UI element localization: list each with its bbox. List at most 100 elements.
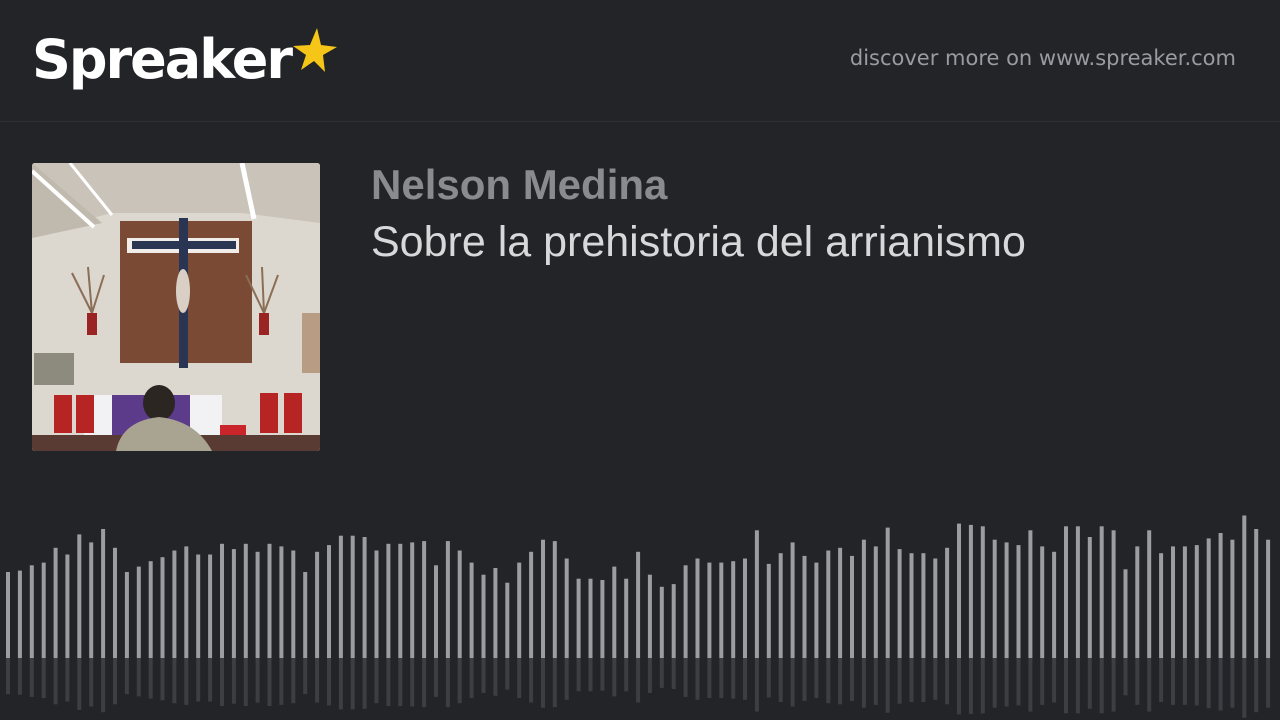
waveform-bar <box>1159 553 1164 658</box>
waveform-bar-reflection <box>683 658 688 697</box>
waveform-bar-reflection <box>873 658 878 705</box>
waveform-bar-reflection <box>754 658 759 712</box>
waveform-bar <box>909 553 914 658</box>
waveform-bar <box>338 535 343 658</box>
waveform-bar-reflection <box>1016 658 1021 706</box>
waveform-bar <box>327 545 331 658</box>
waveform-bar <box>636 551 641 658</box>
waveform-bar-reflection <box>338 658 343 710</box>
waveform-bar-reflection <box>136 658 141 697</box>
podcast-cover-image <box>32 163 320 451</box>
waveform-bar <box>695 558 700 658</box>
waveform-bar-reflection <box>1147 658 1152 712</box>
waveform-bar-reflection <box>267 658 272 706</box>
waveform-bar <box>1218 533 1223 658</box>
waveform-bar-reflection <box>101 658 106 713</box>
waveform-bar <box>564 558 569 658</box>
waveform-bar <box>517 562 522 658</box>
waveform-bar <box>933 558 938 658</box>
waveform-bar <box>172 550 177 658</box>
waveform-bar-reflection <box>909 658 914 702</box>
waveform-bar <box>493 568 498 658</box>
waveform-bar-reflection <box>374 658 379 704</box>
waveform-bar-reflection <box>707 658 712 699</box>
waveform-bar-reflection <box>457 658 462 704</box>
header-bar: Spreaker discover more on www.spreaker.c… <box>0 0 1280 122</box>
waveform-bar <box>1075 526 1080 658</box>
waveform-bar-reflection <box>838 658 843 705</box>
waveform-bar <box>754 530 759 658</box>
waveform-bar <box>719 562 724 658</box>
waveform-bar-reflection <box>1206 658 1211 709</box>
waveform-bar <box>77 534 82 658</box>
waveform-bar <box>1123 569 1128 658</box>
waveform-bar-reflection <box>220 658 224 706</box>
waveform-bar-reflection <box>327 658 331 706</box>
waveform-bar-reflection <box>719 658 724 699</box>
spreaker-logo[interactable]: Spreaker <box>32 22 337 98</box>
waveform-bar <box>529 551 534 658</box>
waveform-bar <box>1254 529 1259 658</box>
waveform-bar-reflection <box>231 658 236 704</box>
waveform-bar <box>1206 538 1211 658</box>
waveform-bar <box>1052 551 1057 658</box>
waveform-bar-reflection <box>1230 658 1235 708</box>
waveform-bar-reflection <box>921 658 926 702</box>
waveform-bar-reflection <box>422 658 427 708</box>
waveform-bar-reflection <box>1040 658 1045 705</box>
waveform-bar <box>897 549 902 658</box>
waveform-bar-reflection <box>552 658 557 708</box>
waveform-bar <box>65 554 70 658</box>
waveform-bar-reflection <box>1087 658 1092 709</box>
waveform-bar <box>1171 546 1175 658</box>
waveform-bar-reflection <box>184 658 189 705</box>
waveform-bar <box>1064 526 1068 658</box>
waveform-bar-reflection <box>1111 658 1116 712</box>
waveform-bar-reflection <box>17 658 22 695</box>
waveform-bar-reflection <box>303 658 308 695</box>
waveform-bar <box>671 584 676 658</box>
waveform-bar <box>1230 539 1235 658</box>
waveform-bar-reflection <box>1182 658 1187 705</box>
waveform-bar <box>374 550 379 658</box>
waveform-bar <box>291 550 296 658</box>
waveform-bar-reflection <box>398 658 403 706</box>
waveform-bar-reflection <box>957 658 961 715</box>
waveform-bar-reflection <box>315 658 320 703</box>
waveform-bar-reflection <box>362 658 367 709</box>
waveform-bar <box>683 565 688 658</box>
waveform-bar-reflection <box>41 658 46 699</box>
waveform-bar-reflection <box>647 658 652 693</box>
episode-title: Sobre la prehistoria del arrianismo <box>371 218 1026 266</box>
waveform-bar-reflection <box>505 658 510 690</box>
waveform-bar <box>350 535 355 658</box>
waveform-bar <box>279 546 284 658</box>
waveform-bar-reflection <box>481 658 486 693</box>
waveform-bar <box>362 537 367 658</box>
waveform-bar-reflection <box>1171 658 1175 705</box>
waveform-bar <box>267 543 272 658</box>
waveform-bar <box>505 582 510 658</box>
waveform-bar <box>802 555 807 658</box>
waveform-bar-reflection <box>968 658 973 714</box>
waveform-bar <box>1016 545 1021 658</box>
waveform-bar <box>1040 546 1045 658</box>
waveform-bar <box>457 550 462 658</box>
waveform-bar-reflection <box>588 658 593 692</box>
waveform-bar <box>220 543 224 658</box>
waveform-bar <box>850 555 854 658</box>
waveform-bar <box>160 557 165 658</box>
waveform-bar <box>17 570 22 658</box>
waveform-bar-reflection <box>434 658 438 697</box>
waveform-bar <box>707 562 712 658</box>
waveform-bar <box>778 553 783 658</box>
waveform-bar-reflection <box>814 658 819 699</box>
waveform-bar-reflection <box>1159 658 1164 702</box>
discover-more-link[interactable]: discover more on www.spreaker.com <box>850 46 1236 70</box>
logo-text: Spreaker <box>32 28 293 91</box>
waveform-bar-reflection <box>992 658 997 708</box>
waveform-bar-reflection <box>1028 658 1033 712</box>
waveform-bar <box>1242 515 1247 658</box>
waveform-bar-reflection <box>1004 658 1009 707</box>
waveform-bar <box>1028 530 1033 658</box>
